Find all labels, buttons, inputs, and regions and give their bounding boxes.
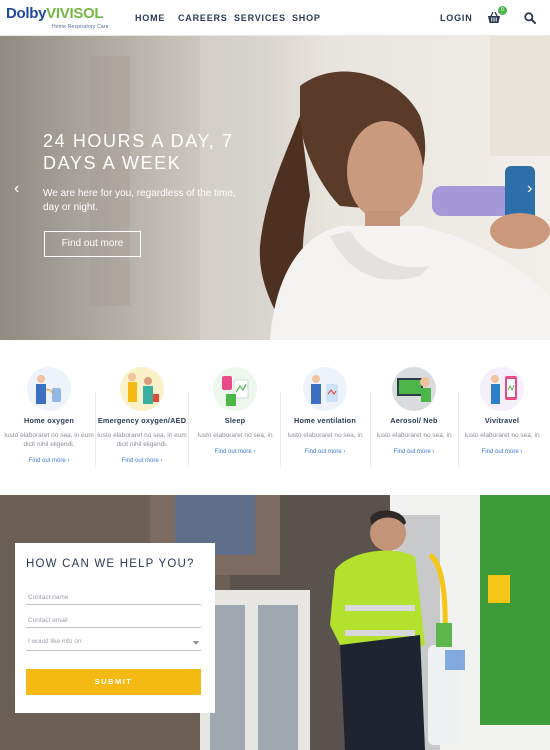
help-form: HOW CAN WE HELP YOU? I would like info o… [15,543,215,713]
nav-services[interactable]: SERVICES [234,13,286,23]
home-oxygen-icon [27,367,71,411]
service-title: Sleep [224,416,246,425]
login-link[interactable]: LOGIN [440,13,473,23]
service-description: Iusto elaboraret no sea, in [287,432,363,439]
service-title: Home oxygen [23,416,75,425]
dolby-vivisol-logo[interactable]: DolbyVIVISOL Home Respiratory Care [6,5,110,33]
contact-email-field[interactable] [26,614,201,628]
service-home-ventilation[interactable]: Home ventilation Iusto elaboraret no sea… [279,366,371,476]
contact-section: HOW CAN WE HELP YOU? I would like info o… [0,495,550,750]
service-link[interactable]: Find out more › [368,449,460,455]
service-title: Home ventilation [294,416,356,425]
search-icon[interactable] [524,12,536,24]
chevron-left-icon[interactable]: ‹ [14,181,19,197]
service-link[interactable]: Find out more › [96,458,188,464]
service-emergency-oxygen[interactable]: Emergency oxygen/AED Iusto elaboraret no… [96,366,188,476]
nav-careers[interactable]: CAREERS [178,13,228,23]
hero-find-out-more-button[interactable]: Find out more [44,231,141,257]
service-aerosol-neb[interactable]: Aerosol/ Neb Iusto elaboraret no sea, in… [368,366,460,476]
vivitravel-icon [480,367,524,411]
service-description: Iusto elaboraret no sea, in eum dicit ni… [4,432,94,448]
submit-button[interactable]: SUBMIT [26,669,201,695]
service-title: Aerosol/ Neb [390,416,438,425]
info-select-value: I would like info on [28,638,82,645]
service-description: Iusto elaboraret no sea, in [197,432,273,439]
service-title: Emergency oxygen/AED [97,416,187,425]
form-title: HOW CAN WE HELP YOU? [26,558,195,570]
service-title: Vivitravel [484,416,520,425]
service-link[interactable]: Find out more › [189,449,281,455]
hero-banner: 24 HOURS A DAY, 7 DAYS A WEEK We are her… [0,36,550,340]
chevron-right-icon[interactable]: › [527,181,532,197]
logo-dolby: Dolby [6,5,47,22]
info-select[interactable]: I would like info on [26,637,201,651]
service-vivitravel[interactable]: Vivitravel Iusto elaboraret no sea, in F… [456,366,548,476]
service-description: Iusto elaboraret no sea, in [376,432,452,439]
hero-subtitle: We are here for you, regardless of the t… [43,188,236,213]
service-home-oxygen[interactable]: Home oxygen Iusto elaboraret no sea, in … [3,366,95,476]
nav-shop[interactable]: SHOP [292,13,321,23]
aerosol-neb-icon [392,367,436,411]
service-description: Iusto elaboraret no sea, in eum dicit ni… [97,432,187,448]
service-link[interactable]: Find out more › [279,449,371,455]
services-section: Home oxygen Iusto elaboraret no sea, in … [0,340,550,495]
contact-name-field[interactable] [26,591,201,605]
site-header: DolbyVIVISOL Home Respiratory Care HOME … [0,0,550,36]
nav-home[interactable]: HOME [135,13,165,23]
cart-count-badge: 0 [498,6,507,15]
service-sleep[interactable]: Sleep Iusto elaboraret no sea, in Find o… [189,366,281,476]
service-link[interactable]: Find out more › [3,458,95,464]
hero-title: 24 HOURS A DAY, 7 DAYS A WEEK [43,131,234,173]
service-description: Iusto elaboraret no sea, in [464,432,540,439]
chevron-down-icon [193,641,199,645]
logo-vivisol: VIVISOL [46,5,104,22]
sleep-icon [213,367,257,411]
logo-tagline: Home Respiratory Care [52,24,109,30]
home-ventilation-icon [303,367,347,411]
service-link[interactable]: Find out more › [456,449,548,455]
emergency-oxygen-icon [120,367,164,411]
